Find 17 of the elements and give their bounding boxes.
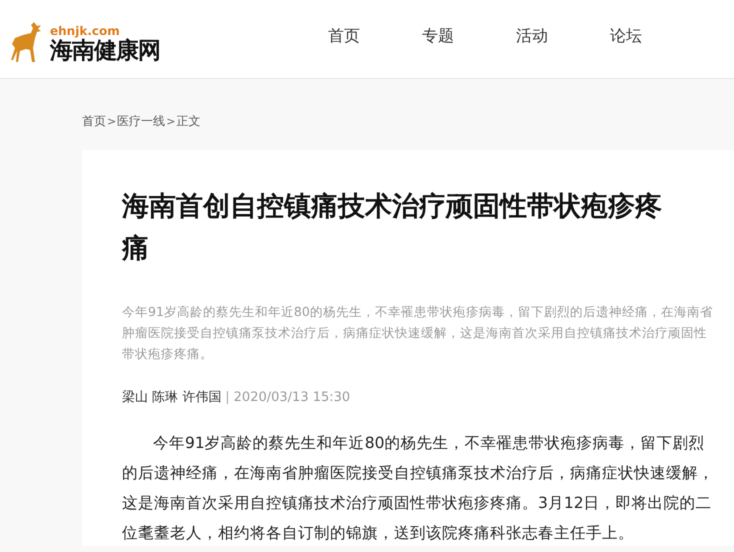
article-summary: 今年91岁高龄的蔡先生和年近80的杨先生，不幸罹患带状疱疹病毒，留下剧烈的后遗神经痛，在海南省肿瘤医院接受自控镇痛泵技术治疗后，病痛症状快速缓解，这是海南首次采用自控镇痛技术治疗顽固性带状疱疹疼痛。 <box>122 303 714 363</box>
breadcrumb-separator: > <box>107 115 116 128</box>
breadcrumb-link[interactable]: 首页 <box>82 113 106 130</box>
article-authors: 梁山 陈琳 许伟国 <box>122 389 222 406</box>
logo-name[interactable]: 海南健康网 <box>50 38 160 64</box>
article-title: 海南首创自控镇痛技术治疗顽固性带状疱疹疼痛 <box>122 190 663 266</box>
breadcrumb-link[interactable]: 医疗一线 <box>117 113 166 130</box>
logo-domain: ehnjk.com <box>50 25 121 38</box>
article-paragraph: 今年91岁高龄的蔡先生和年近80的杨先生，不幸罹患带状疱疹病毒，留下剧烈的后遗神经痛，在海南省肿瘤医院接受自控镇痛泵技术治疗后，病痛症状快速缓解，这是海南首次采用自控镇痛技术治疗顽固性带状疱疹疼痛。3月12日，即将出院的二位耄耋老人，相约将各自订制的锦旗，送到该院疼痛科张志春主任手上。 <box>122 433 714 544</box>
breadcrumb-link[interactable]: 正文 <box>176 113 200 130</box>
nav-link[interactable]: 论坛 <box>606 26 646 46</box>
meta-divider: | <box>225 390 230 404</box>
nav-link[interactable]: 专题 <box>418 26 458 46</box>
breadcrumb-separator: > <box>166 115 176 128</box>
article-date: 2020/03/13 15:30 <box>234 390 350 404</box>
nav-link[interactable]: 活动 <box>512 26 552 46</box>
nav-link[interactable]: 首页 <box>324 26 364 46</box>
